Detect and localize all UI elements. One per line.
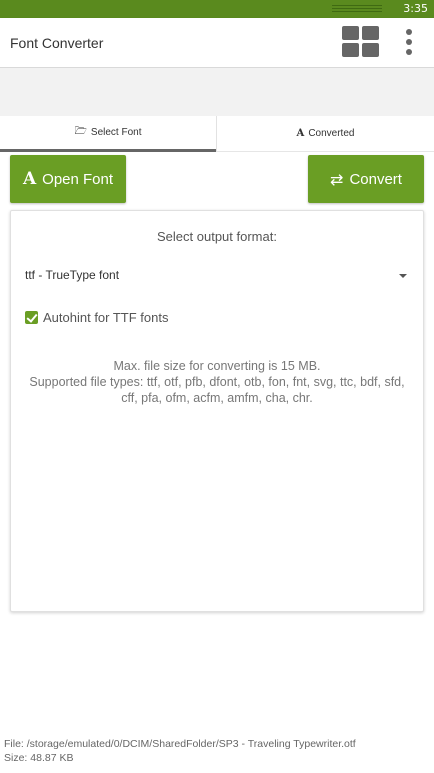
- tab-converted[interactable]: A Converted: [216, 116, 434, 152]
- max-size-info: Max. file size for converting is 15 MB.: [113, 359, 321, 373]
- status-time: 3:35: [403, 2, 428, 15]
- exchange-icon: ⇄: [330, 169, 344, 189]
- file-path: File: /storage/emulated/0/DCIM/SharedFol…: [4, 738, 356, 750]
- font-icon: A: [22, 169, 37, 189]
- autohint-option[interactable]: Autohint for TTF fonts: [25, 307, 168, 327]
- open-font-button[interactable]: A Open Font: [10, 155, 126, 203]
- status-bar: 3:35: [0, 0, 434, 18]
- more-vert-icon[interactable]: [402, 29, 416, 55]
- open-font-label: Open Font: [42, 170, 114, 188]
- output-format-select[interactable]: ttf - TrueType font: [25, 267, 409, 287]
- file-size: Size: 48.87 KB: [4, 752, 74, 764]
- autohint-checkbox[interactable]: [25, 310, 38, 324]
- grid-view-icon[interactable]: [342, 26, 380, 58]
- font-icon: A: [296, 128, 305, 139]
- convert-label: Convert: [349, 170, 402, 188]
- supported-types-info: Supported file types: ttf, otf, pfb, dfo…: [29, 375, 405, 405]
- output-format-value: ttf - TrueType font: [25, 268, 120, 282]
- app-bar: Font Converter: [0, 18, 434, 68]
- autohint-label: Autohint for TTF fonts: [43, 309, 169, 325]
- folder-open-icon: 🗁: [74, 126, 87, 137]
- signal-icon: [332, 5, 382, 13]
- dropdown-caret-icon: [399, 274, 407, 278]
- output-format-heading: Select output format:: [157, 229, 277, 244]
- app-title: Font Converter: [10, 35, 104, 51]
- tab-select-font[interactable]: 🗁 Select Font: [0, 116, 216, 152]
- tab-select-font-label: Select Font: [90, 127, 142, 138]
- convert-button[interactable]: ⇄ Convert: [308, 155, 424, 203]
- file-info: File: /storage/emulated/0/DCIM/SharedFol…: [4, 737, 430, 765]
- tab-bar: 🗁 Select Font A Converted: [0, 116, 434, 152]
- toolbar-spacer: [0, 68, 434, 116]
- tab-converted-label: Converted: [308, 128, 355, 139]
- settings-card: Select output format: ttf - TrueType fon…: [10, 210, 424, 612]
